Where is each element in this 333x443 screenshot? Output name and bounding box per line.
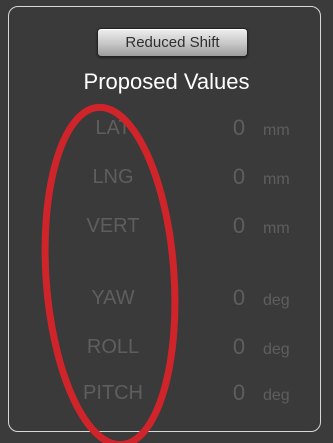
pitch-label: PITCH <box>83 382 143 404</box>
vert-unit: mm <box>263 220 290 237</box>
yaw-label: YAW <box>91 287 135 309</box>
roll-label: ROLL <box>86 336 140 358</box>
lat-value: 0 <box>232 115 246 140</box>
yaw-value: 0 <box>232 285 246 310</box>
reduced-shift-screen: Reduced Shift Proposed Values LAT 0 mm L… <box>0 0 333 443</box>
yaw-unit: deg <box>263 292 290 309</box>
roll-unit: deg <box>263 341 290 358</box>
lng-value: 0 <box>232 164 246 189</box>
vert-label: VERT <box>86 215 140 237</box>
lng-unit: mm <box>263 171 290 188</box>
pitch-unit: deg <box>263 387 290 404</box>
lat-unit: mm <box>263 122 290 139</box>
pitch-value: 0 <box>232 380 246 405</box>
lat-label: LAT <box>95 117 131 139</box>
lng-label: LNG <box>92 166 134 188</box>
roll-value: 0 <box>232 334 246 359</box>
reduced-shift-button[interactable]: Reduced Shift <box>97 28 248 57</box>
vert-value: 0 <box>232 213 246 238</box>
proposed-values-title: Proposed Values <box>83 69 250 94</box>
